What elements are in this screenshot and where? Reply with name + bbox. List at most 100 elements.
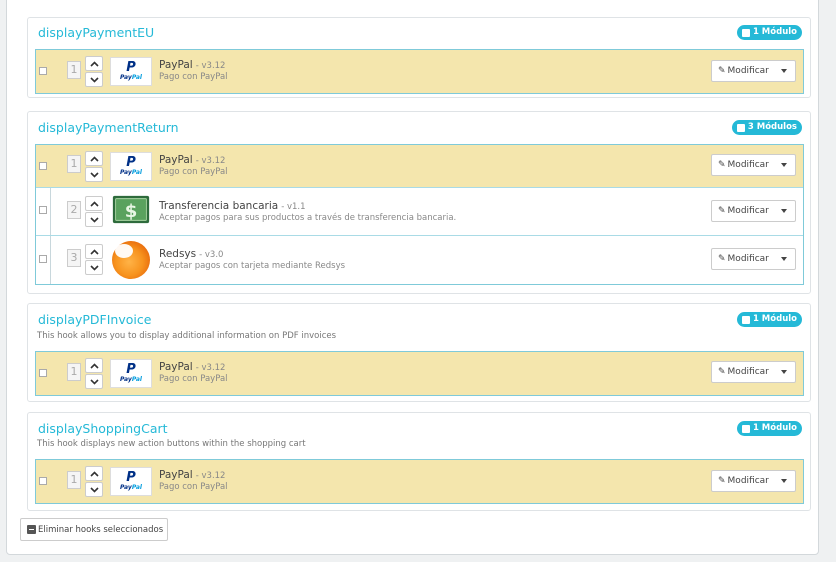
reorder-arrows <box>85 56 103 88</box>
pencil-icon: ✎ <box>718 66 726 76</box>
chevron-down-icon <box>89 264 99 271</box>
chevron-down-icon <box>89 216 99 223</box>
module-checkbox[interactable] <box>39 67 47 75</box>
move-up-button[interactable] <box>85 244 103 259</box>
module-name: PayPal - v3.12 <box>159 59 226 71</box>
caret-down-icon[interactable] <box>781 209 787 213</box>
paypal-logo: P PayPal <box>110 467 152 496</box>
position-number: 1 <box>67 61 81 79</box>
hook-displayShoppingCart: displayShoppingCart This hook displays n… <box>27 412 811 511</box>
module-row: 1 P PayPal PayPal - v3.12 Pago con PayPal… <box>36 460 803 503</box>
module-name: PayPal - v3.12 <box>159 361 226 373</box>
position-number: 1 <box>67 363 81 381</box>
module-checkbox[interactable] <box>39 477 47 485</box>
module-list: 1 P PayPal PayPal - v3.12 Pago con PayPal… <box>35 144 804 285</box>
caret-down-icon[interactable] <box>781 370 787 374</box>
chevron-down-icon <box>89 171 99 178</box>
move-up-button[interactable] <box>85 56 103 71</box>
hook-displayPDFInvoice: displayPDFInvoice This hook allows you t… <box>27 303 811 402</box>
modify-button[interactable]: ✎ Modificar <box>711 361 796 383</box>
move-down-button[interactable] <box>85 212 103 227</box>
move-up-button[interactable] <box>85 196 103 211</box>
modify-button[interactable]: ✎ Modificar <box>711 470 796 492</box>
caret-down-icon[interactable] <box>781 479 787 483</box>
module-count-badge: 3 Módulos <box>731 120 802 135</box>
square-icon <box>741 315 750 324</box>
module-name: Transferencia bancaria - v1.1 <box>159 200 306 212</box>
paypal-logo: P PayPal <box>110 359 152 388</box>
module-description: Pago con PayPal <box>159 72 228 82</box>
row-divider <box>50 236 51 284</box>
hook-description: This hook allows you to display addition… <box>37 331 337 341</box>
svg-text:$: $ <box>125 201 138 222</box>
reorder-arrows <box>85 244 103 276</box>
chevron-up-icon <box>89 470 99 477</box>
module-checkbox[interactable] <box>39 255 47 263</box>
move-down-button[interactable] <box>85 482 103 497</box>
hook-description: This hook displays new action buttons wi… <box>37 439 306 449</box>
caret-down-icon[interactable] <box>781 257 787 261</box>
pencil-icon: ✎ <box>718 206 726 216</box>
delete-selected-hooks-button[interactable]: Eliminar hooks seleccionados <box>20 518 168 541</box>
move-up-button[interactable] <box>85 466 103 481</box>
chevron-up-icon <box>89 362 99 369</box>
module-name: PayPal - v3.12 <box>159 154 226 166</box>
modify-button[interactable]: ✎ Modificar <box>711 154 796 176</box>
hook-title[interactable]: displayPaymentEU <box>38 25 154 40</box>
modify-button[interactable]: ✎ Modificar <box>711 200 796 222</box>
module-count-badge: 1 Módulo <box>736 421 802 436</box>
move-up-button[interactable] <box>85 358 103 373</box>
module-list: 1 P PayPal PayPal - v3.12 Pago con PayPal… <box>35 351 804 396</box>
move-down-button[interactable] <box>85 260 103 275</box>
module-description: Pago con PayPal <box>159 374 228 384</box>
hook-title[interactable]: displayPaymentReturn <box>38 120 179 135</box>
square-icon <box>741 424 750 433</box>
square-icon <box>741 28 750 37</box>
modify-button[interactable]: ✎ Modificar <box>711 60 796 82</box>
reorder-arrows <box>85 151 103 183</box>
module-description: Pago con PayPal <box>159 482 228 492</box>
square-icon <box>736 123 745 132</box>
hook-displayPaymentEU: displayPaymentEU 1 Módulo 1 P PayPal Pay… <box>27 17 811 98</box>
pencil-icon: ✎ <box>718 367 726 377</box>
reorder-arrows <box>85 466 103 498</box>
caret-down-icon[interactable] <box>781 163 787 167</box>
hooks-panel: displayPaymentEU 1 Módulo 1 P PayPal Pay… <box>6 0 819 555</box>
module-row: 1 P PayPal PayPal - v3.12 Pago con PayPal… <box>36 352 803 395</box>
position-number: 1 <box>67 155 81 173</box>
chevron-down-icon <box>89 76 99 83</box>
move-down-button[interactable] <box>85 167 103 182</box>
module-checkbox[interactable] <box>39 162 47 170</box>
module-checkbox[interactable] <box>39 369 47 377</box>
module-count-badge: 1 Módulo <box>736 312 802 327</box>
chevron-up-icon <box>89 60 99 67</box>
module-count-badge: 1 Módulo <box>736 25 802 40</box>
module-name: Redsys - v3.0 <box>159 248 224 260</box>
chevron-up-icon <box>89 200 99 207</box>
module-row: 1 P PayPal PayPal - v3.12 Pago con PayPal… <box>36 145 803 188</box>
hook-title[interactable]: displayPDFInvoice <box>38 312 151 327</box>
chevron-up-icon <box>89 155 99 162</box>
chevron-down-icon <box>89 378 99 385</box>
module-row: 1 P PayPal PayPal - v3.12 Pago con PayPal… <box>36 50 803 93</box>
move-up-button[interactable] <box>85 151 103 166</box>
module-description: Aceptar pagos con tarjeta mediante Redsy… <box>159 261 346 271</box>
module-list: 1 P PayPal PayPal - v3.12 Pago con PayPal… <box>35 459 804 504</box>
pencil-icon: ✎ <box>718 254 726 264</box>
move-down-button[interactable] <box>85 72 103 87</box>
module-checkbox[interactable] <box>39 206 47 214</box>
position-number: 2 <box>67 201 81 219</box>
move-down-button[interactable] <box>85 374 103 389</box>
row-divider <box>50 188 51 235</box>
position-number: 1 <box>67 471 81 489</box>
reorder-arrows <box>85 196 103 228</box>
pencil-icon: ✎ <box>718 476 726 486</box>
modify-button[interactable]: ✎ Modificar <box>711 248 796 270</box>
pencil-icon: ✎ <box>718 160 726 170</box>
paypal-logo: P PayPal <box>110 152 152 181</box>
module-name: PayPal - v3.12 <box>159 469 226 481</box>
chevron-down-icon <box>89 486 99 493</box>
hook-title[interactable]: displayShoppingCart <box>38 421 168 436</box>
caret-down-icon[interactable] <box>781 69 787 73</box>
paypal-logo: P PayPal <box>110 57 152 86</box>
